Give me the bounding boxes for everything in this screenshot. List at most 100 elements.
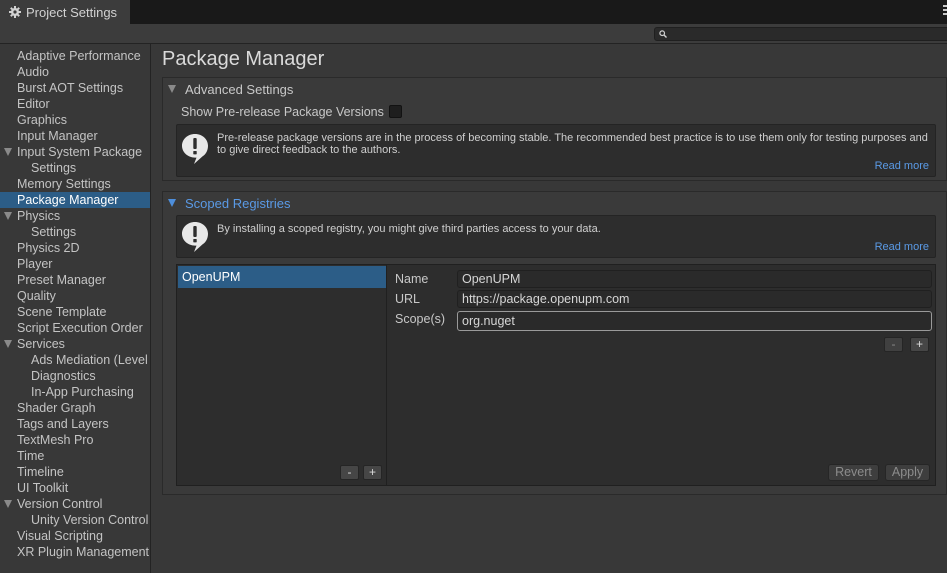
- sidebar-item-label: Tags and Layers: [17, 417, 109, 431]
- search-input[interactable]: [654, 27, 947, 41]
- sidebar-item-label: Editor: [17, 97, 50, 111]
- advanced-settings-header[interactable]: Advanced Settings: [163, 78, 946, 100]
- sidebar-item-services[interactable]: Services: [0, 336, 150, 352]
- sidebar-item-label: Graphics: [17, 113, 68, 127]
- sidebar-item-label: Physics 2D: [17, 241, 80, 255]
- sidebar-item-label: Services: [17, 337, 65, 351]
- sidebar-item-input-manager[interactable]: Input Manager: [0, 128, 150, 144]
- remove-scope-button[interactable]: -: [884, 337, 903, 352]
- sidebar-item-label: Audio: [17, 65, 49, 79]
- collapse-triangle-icon[interactable]: [168, 85, 176, 93]
- prerelease-checkbox[interactable]: [389, 105, 402, 118]
- registry-list-item[interactable]: OpenUPM: [178, 266, 386, 288]
- sidebar-item-label: Player: [17, 257, 53, 271]
- scoped-help-text: By installing a scoped registry, you mig…: [217, 223, 601, 235]
- sidebar-item-shader-graph[interactable]: Shader Graph: [0, 400, 150, 416]
- sidebar-item-graphics[interactable]: Graphics: [0, 112, 150, 128]
- sidebar-item-label: Diagnostics: [31, 369, 96, 383]
- sidebar-item-label: Input Manager: [17, 129, 98, 143]
- sidebar-item-label: Settings: [31, 161, 77, 175]
- sidebar-item-label: Scene Template: [17, 305, 107, 319]
- sidebar-item-label: Version Control: [17, 497, 103, 511]
- sidebar-item-label: Ads Mediation (Level: [31, 353, 148, 367]
- sidebar-item-time[interactable]: Time: [0, 448, 150, 464]
- revert-button[interactable]: Revert: [828, 464, 879, 481]
- sidebar-item-input-system-package[interactable]: Input System Package: [0, 144, 150, 160]
- sidebar-item-script-execution-order[interactable]: Script Execution Order: [0, 320, 150, 336]
- expand-triangle-icon[interactable]: [4, 148, 12, 156]
- section-title: Scoped Registries: [185, 195, 291, 211]
- sidebar-item-ads-mediation[interactable]: Ads Mediation (Level: [0, 352, 150, 368]
- sidebar-item-audio[interactable]: Audio: [0, 64, 150, 80]
- sidebar-item-physics-2d[interactable]: Physics 2D: [0, 240, 150, 256]
- sidebar-item-label: Settings: [31, 225, 77, 239]
- sidebar-item-tags-and-layers[interactable]: Tags and Layers: [0, 416, 150, 432]
- section-title: Advanced Settings: [185, 81, 294, 97]
- tab-strip: Project Settings: [0, 0, 947, 24]
- sidebar-item-textmesh-pro[interactable]: TextMesh Pro: [0, 432, 150, 448]
- expand-triangle-icon[interactable]: [4, 340, 12, 348]
- sidebar-item-scene-template[interactable]: Scene Template: [0, 304, 150, 320]
- sidebar-item-timeline[interactable]: Timeline: [0, 464, 150, 480]
- sidebar-item-package-manager[interactable]: Package Manager: [0, 192, 150, 208]
- sidebar-item-label: Package Manager: [17, 193, 119, 207]
- registry-list: OpenUPM - +: [176, 264, 387, 486]
- read-more-link[interactable]: Read more: [875, 160, 929, 172]
- sidebar-item-label: UI Toolkit: [17, 481, 69, 495]
- sidebar-item-preset-manager[interactable]: Preset Manager: [0, 272, 150, 288]
- add-scope-button[interactable]: +: [910, 337, 929, 352]
- main-panel: Package Manager Advanced Settings Show P…: [152, 44, 947, 573]
- sidebar-item-input-system-settings[interactable]: Settings: [0, 160, 150, 176]
- apply-button[interactable]: Apply: [885, 464, 930, 481]
- read-more-link[interactable]: Read more: [875, 241, 929, 253]
- sidebar-item-physics-settings[interactable]: Settings: [0, 224, 150, 240]
- sidebar-item-label: Time: [17, 449, 45, 463]
- sidebar-item-adaptive-performance[interactable]: Adaptive Performance: [0, 48, 150, 64]
- scoped-registries-header[interactable]: Scoped Registries: [163, 192, 946, 214]
- more-options-icon[interactable]: [943, 5, 947, 17]
- registry-url-field[interactable]: https://package.openupm.com: [457, 290, 932, 308]
- collapse-triangle-icon[interactable]: [168, 199, 176, 207]
- add-registry-button[interactable]: +: [363, 465, 382, 480]
- sidebar-item-label: Preset Manager: [17, 273, 106, 287]
- page-title: Package Manager: [162, 48, 325, 70]
- prerelease-help-text: Pre-release package versions are in the …: [217, 132, 928, 156]
- sidebar-item-label: Script Execution Order: [17, 321, 143, 335]
- sidebar-item-memory-settings[interactable]: Memory Settings: [0, 176, 150, 192]
- sidebar-item-ui-toolkit[interactable]: UI Toolkit: [0, 480, 150, 496]
- sidebar-item-burst-aot-settings[interactable]: Burst AOT Settings: [0, 80, 150, 96]
- sidebar-item-version-control[interactable]: Version Control: [0, 496, 150, 512]
- prerelease-helpbox: Pre-release package versions are in the …: [176, 124, 936, 177]
- warning-speech-bubble-icon: [182, 222, 208, 252]
- warning-speech-bubble-icon: [182, 134, 208, 164]
- sidebar-item-unity-version-control[interactable]: Unity Version Control: [0, 512, 150, 528]
- sidebar-item-diagnostics[interactable]: Diagnostics: [0, 368, 150, 384]
- sidebar-item-label: TextMesh Pro: [17, 433, 94, 447]
- registry-name-field[interactable]: OpenUPM: [457, 270, 932, 288]
- sidebar-item-visual-scripting[interactable]: Visual Scripting: [0, 528, 150, 544]
- project-settings-tab[interactable]: Project Settings: [0, 0, 130, 24]
- expand-triangle-icon[interactable]: [4, 500, 12, 508]
- search-icon: [659, 30, 667, 38]
- sidebar-item-label: Timeline: [17, 465, 64, 479]
- sidebar-item-physics[interactable]: Physics: [0, 208, 150, 224]
- sidebar-item-editor[interactable]: Editor: [0, 96, 150, 112]
- sidebar-item-label: Quality: [17, 289, 56, 303]
- expand-triangle-icon[interactable]: [4, 212, 12, 220]
- sidebar-item-label: Adaptive Performance: [17, 49, 141, 63]
- gear-icon: [9, 6, 21, 18]
- scope-field[interactable]: org.nuget: [457, 311, 932, 331]
- prerelease-label: Show Pre-release Package Versions: [181, 105, 384, 119]
- sidebar-item-player[interactable]: Player: [0, 256, 150, 272]
- sidebar-item-label: Shader Graph: [17, 401, 96, 415]
- sidebar-item-xr-plugin-management[interactable]: XR Plugin Management: [0, 544, 150, 560]
- scopes-label: Scope(s): [395, 312, 446, 326]
- sidebar-item-in-app-purchasing[interactable]: In-App Purchasing: [0, 384, 150, 400]
- sidebar-item-quality[interactable]: Quality: [0, 288, 150, 304]
- sidebar-item-label: Input System Package: [17, 145, 143, 159]
- remove-registry-button[interactable]: -: [340, 465, 359, 480]
- advanced-settings-section: Advanced Settings Show Pre-release Packa…: [162, 77, 947, 181]
- toolbar: [0, 24, 947, 44]
- url-label: URL: [395, 292, 421, 306]
- name-label: Name: [395, 272, 429, 286]
